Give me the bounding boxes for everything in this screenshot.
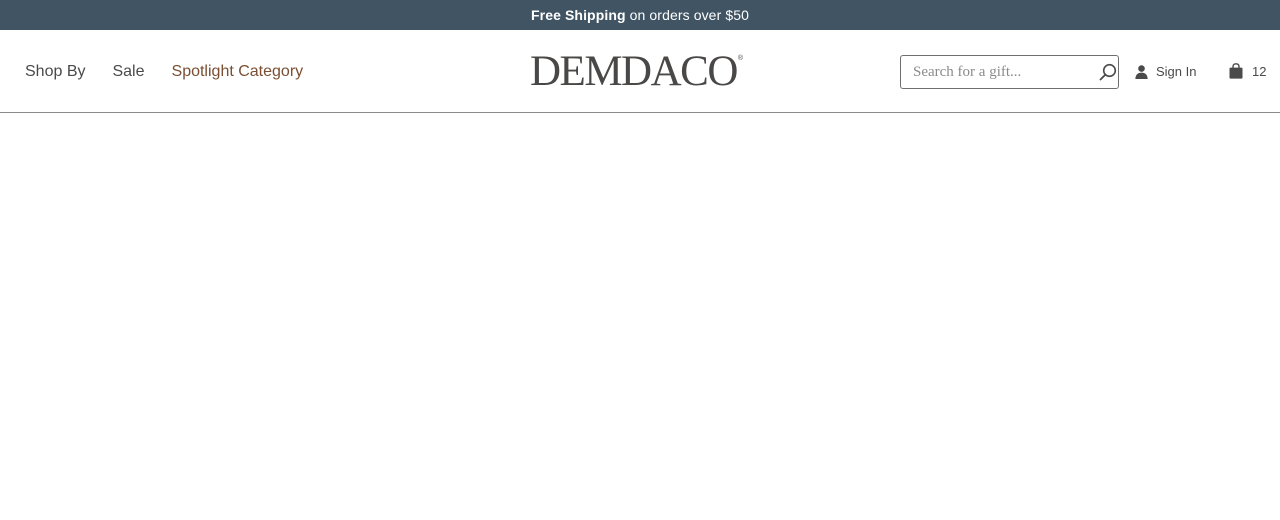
- main-nav: Shop By Sale Spotlight Category: [25, 30, 330, 113]
- search-button[interactable]: [1097, 56, 1118, 88]
- nav-item-sale[interactable]: Sale: [112, 63, 144, 81]
- site-header: Shop By Sale Spotlight Category DEMDACO …: [0, 30, 1280, 113]
- promo-bold-text: Free Shipping: [531, 7, 626, 23]
- search-input[interactable]: [901, 56, 1097, 88]
- cart-count: 12: [1252, 64, 1267, 79]
- cart-button[interactable]: 12: [1229, 30, 1266, 113]
- user-icon: [1135, 64, 1148, 79]
- sign-in-label: Sign In: [1156, 64, 1197, 79]
- promo-text: on orders over $50: [629, 7, 749, 23]
- nav-item-spotlight-category[interactable]: Spotlight Category: [172, 63, 304, 81]
- brand-logo[interactable]: DEMDACO ®: [530, 48, 752, 95]
- logo-text: DEMDACO: [530, 48, 738, 95]
- promo-banner: Free Shipping on orders over $50: [0, 0, 1280, 30]
- registered-mark: ®: [737, 55, 744, 62]
- nav-item-shop-by[interactable]: Shop By: [25, 63, 85, 81]
- search-box: [900, 55, 1119, 89]
- shopping-bag-icon: [1229, 62, 1243, 79]
- sign-in-link[interactable]: Sign In: [1135, 30, 1196, 113]
- search-icon: [1099, 63, 1117, 81]
